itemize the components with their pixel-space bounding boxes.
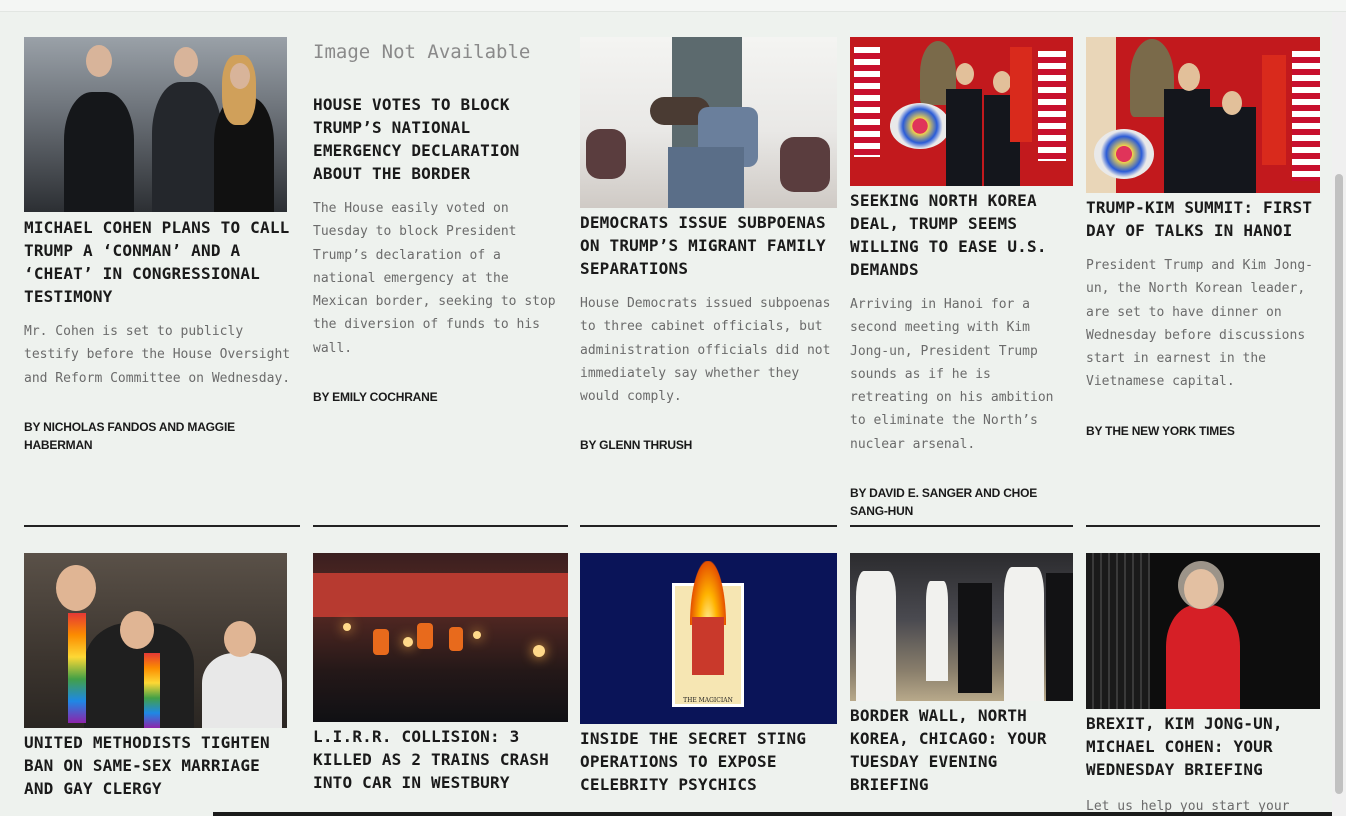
- article-card-trump-kim-summit[interactable]: TRUMP-KIM SUMMIT: FIRST DAY OF TALKS IN …: [1086, 37, 1320, 440]
- article-card-subpoenas[interactable]: DEMOCRATS ISSUE SUBPOENAS ON TRUMP’S MIG…: [580, 37, 837, 454]
- article-headline[interactable]: L.I.R.R. COLLISION: 3 KILLED AS 2 TRAINS…: [313, 725, 570, 794]
- divider-rule: [1086, 525, 1320, 527]
- divider-rule: [24, 525, 300, 527]
- article-image-tarot[interactable]: THE MAGICIAN: [580, 553, 837, 724]
- article-card-lirr-collision[interactable]: L.I.R.R. COLLISION: 3 KILLED AS 2 TRAINS…: [313, 553, 570, 794]
- article-image-summit[interactable]: [1086, 37, 1320, 193]
- scrollbar-thumb[interactable]: [1335, 174, 1343, 794]
- tarot-card-label: THE MAGICIAN: [683, 697, 733, 704]
- article-summary: Mr. Cohen is set to publicly testify bef…: [24, 324, 291, 386]
- article-card-house-votes[interactable]: Image Not Available HOUSE VOTES TO BLOCK…: [313, 37, 568, 406]
- article-headline[interactable]: UNITED METHODISTS TIGHTEN BAN ON SAME-SE…: [24, 731, 299, 800]
- article-image-subpoenas[interactable]: [580, 37, 837, 208]
- article-summary: The House easily voted on Tuesday to blo…: [313, 201, 556, 356]
- top-bar: [0, 0, 1346, 12]
- article-headline[interactable]: MICHAEL COHEN PLANS TO CALL TRUMP A ‘CON…: [24, 216, 299, 308]
- article-image-methodists[interactable]: [24, 553, 287, 728]
- bottom-edge-bar: [213, 812, 1332, 816]
- article-card-psychics[interactable]: THE MAGICIAN INSIDE THE SECRET STING OPE…: [580, 553, 837, 796]
- image-not-available-placeholder: Image Not Available: [313, 41, 531, 63]
- article-byline: BY NICHOLAS FANDOS AND MAGGIE HABERMAN: [24, 419, 235, 452]
- article-card-methodists[interactable]: UNITED METHODISTS TIGHTEN BAN ON SAME-SE…: [24, 553, 299, 800]
- article-image-guards[interactable]: [850, 553, 1073, 701]
- article-headline[interactable]: BORDER WALL, NORTH KOREA, CHICAGO: YOUR …: [850, 704, 1073, 796]
- article-card-north-korea-deal[interactable]: SEEKING NORTH KOREA DEAL, TRUMP SEEMS WI…: [850, 37, 1073, 520]
- article-headline[interactable]: DEMOCRATS ISSUE SUBPOENAS ON TRUMP’S MIG…: [580, 211, 837, 280]
- article-headline[interactable]: TRUMP-KIM SUMMIT: FIRST DAY OF TALKS IN …: [1086, 196, 1320, 242]
- article-headline[interactable]: SEEKING NORTH KOREA DEAL, TRUMP SEEMS WI…: [850, 189, 1073, 281]
- article-byline: BY DAVID E. SANGER AND CHOE SANG-HUN: [850, 486, 1038, 519]
- article-image-cohen[interactable]: [24, 37, 287, 212]
- article-image-hanoi-meeting[interactable]: [850, 37, 1073, 186]
- article-summary: Arriving in Hanoi for a second meeting w…: [850, 297, 1054, 452]
- article-summary: House Democrats issued subpoenas to thre…: [580, 296, 831, 405]
- article-card-cohen[interactable]: MICHAEL COHEN PLANS TO CALL TRUMP A ‘CON…: [24, 37, 299, 454]
- divider-rule: [313, 525, 568, 527]
- article-byline: BY THE NEW YORK TIMES: [1086, 423, 1235, 438]
- article-headline[interactable]: INSIDE THE SECRET STING OPERATIONS TO EX…: [580, 727, 837, 796]
- divider-rule: [850, 525, 1073, 527]
- article-card-wednesday-briefing[interactable]: BREXIT, KIM JONG-UN, MICHAEL COHEN: YOUR…: [1086, 553, 1320, 816]
- article-headline[interactable]: BREXIT, KIM JONG-UN, MICHAEL COHEN: YOUR…: [1086, 712, 1320, 781]
- article-card-tuesday-briefing[interactable]: BORDER WALL, NORTH KOREA, CHICAGO: YOUR …: [850, 553, 1073, 796]
- article-summary: President Trump and Kim Jong-un, the Nor…: [1086, 258, 1313, 390]
- article-image-may[interactable]: [1086, 553, 1320, 709]
- article-byline: BY EMILY COCHRANE: [313, 390, 438, 405]
- article-image-lirr[interactable]: [313, 553, 568, 722]
- article-byline: BY GLENN THRUSH: [580, 438, 693, 453]
- vertical-scrollbar[interactable]: [1332, 12, 1346, 816]
- divider-rule: [580, 525, 837, 527]
- article-headline[interactable]: HOUSE VOTES TO BLOCK TRUMP’S NATIONAL EM…: [313, 93, 568, 185]
